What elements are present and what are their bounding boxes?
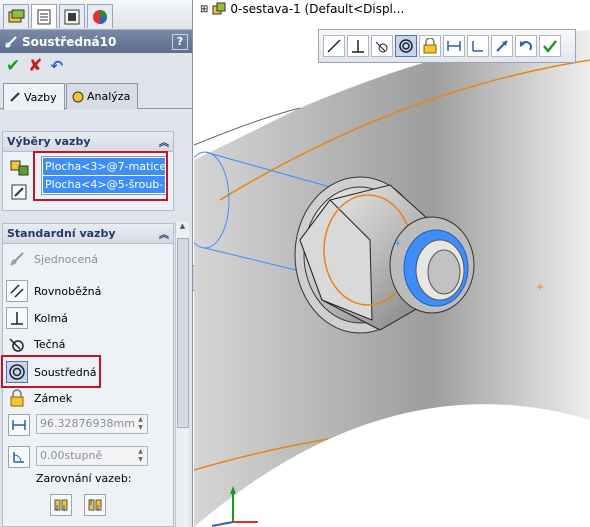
collapse-icon[interactable]: ︽ [159, 134, 169, 149]
mate-icon [10, 92, 20, 102]
scroll-up-icon[interactable]: ▲ [176, 222, 189, 236]
display-icon [93, 9, 107, 24]
undo-icon [520, 41, 532, 51]
mate-title: Soustředná10 [22, 34, 117, 49]
distance-button[interactable] [443, 35, 465, 57]
lock-button[interactable] [419, 35, 441, 57]
mate-perpendicular[interactable]: Kolmá [6, 306, 68, 330]
tab-vazby-label: Vazby [24, 90, 57, 104]
property-manager-tab[interactable] [31, 4, 57, 28]
expand-icon[interactable]: ⊞ [200, 4, 208, 15]
distance-icon[interactable] [8, 414, 30, 436]
perpendicular-button[interactable] [347, 35, 369, 57]
lock-icon [6, 387, 28, 409]
tangent-button[interactable] [371, 35, 393, 57]
concentric-icon [399, 39, 413, 53]
coincident-icon [6, 248, 28, 270]
anti-aligned-icon [88, 499, 102, 511]
coincident-icon [327, 39, 341, 53]
property-manager: Soustředná10 ? ✔ ✘ ↶ Vazby Analýza Výběr… [0, 0, 193, 527]
sub-tabs: Vazby Analýza [0, 83, 192, 110]
angle-value: 0.00stupně [40, 449, 103, 462]
angle-icon [472, 41, 483, 52]
help-button[interactable]: ? [172, 33, 188, 50]
mate-lock[interactable]: Zámek [6, 386, 72, 410]
assembly-name: 0-sestava-1 (Default<Displ... [230, 2, 405, 16]
mate-icon [5, 35, 17, 48]
alignment-label: Zarovnání vazeb: [36, 472, 132, 485]
highlight-concentric-box [1, 355, 101, 388]
tangent-icon [6, 333, 28, 355]
tab-analyza[interactable]: Analýza [66, 83, 138, 109]
mate-tangent[interactable]: Tečná [6, 332, 65, 356]
configuration-icon [64, 9, 80, 24]
concentric-button[interactable] [395, 35, 417, 57]
manager-tabs [0, 0, 192, 30]
ok-button[interactable] [539, 35, 561, 57]
aligned-button[interactable] [50, 494, 72, 516]
mate-popup-toolbar [318, 29, 576, 63]
highlight-selection-box [33, 151, 168, 201]
assembly-icon [212, 2, 226, 15]
distance-value: 96.32876938mm [40, 417, 135, 430]
angle-field[interactable]: 0.00stupně ▲ ▼ [36, 446, 148, 466]
assembly-icon [8, 9, 25, 22]
parallel-icon [6, 280, 28, 302]
action-buttons: ✔ ✘ ↶ [0, 53, 192, 79]
mate-parallel-label: Rovnoběžná [34, 284, 102, 298]
display-manager-tab[interactable] [87, 4, 113, 28]
flip-alignment-icon [496, 40, 508, 52]
property-manager-title-bar: Soustředná10 ? [0, 30, 192, 53]
anti-aligned-button[interactable] [84, 494, 106, 516]
tab-analyza-label: Analýza [87, 90, 131, 103]
undo-button[interactable] [515, 35, 537, 57]
selections-header-label: Výběry vazby [7, 135, 91, 148]
configuration-manager-tab[interactable] [59, 4, 85, 28]
selections-header[interactable]: Výběry vazby ︽ [3, 132, 173, 152]
property-icon [37, 9, 51, 24]
flip-alignment-button[interactable] [491, 35, 513, 57]
angle-spinner[interactable]: ▲ ▼ [135, 448, 146, 464]
standard-mates-header[interactable]: Standardní vazby ︽ [3, 224, 173, 244]
graphics-view[interactable]: + + [194, 0, 590, 527]
analysis-icon [72, 91, 84, 102]
scroll-thumb[interactable] [177, 238, 189, 428]
x-icon[interactable]: ✘ [28, 56, 42, 76]
mate-coincident-label: Sjednocená [34, 252, 99, 266]
check-icon[interactable]: ✔ [6, 56, 20, 76]
tangent-icon [375, 41, 388, 53]
perpendicular-icon [352, 40, 364, 53]
distance-spinner[interactable]: ▲ ▼ [135, 416, 146, 432]
svg-text:+: + [394, 239, 402, 249]
model-render: + + [194, 0, 590, 527]
distance-icon [447, 41, 461, 51]
coincident-button[interactable] [323, 35, 345, 57]
mate-coincident[interactable]: Sjednocená [6, 247, 98, 271]
aligned-icon [54, 499, 68, 511]
entities-icon [9, 158, 31, 181]
mate-perpendicular-label: Kolmá [34, 311, 68, 325]
collapse-icon[interactable]: ︽ [159, 226, 169, 241]
feature-manager-tab[interactable] [3, 4, 29, 28]
mate-lock-label: Zámek [34, 391, 73, 405]
mate-tangent-label: Tečná [34, 337, 66, 351]
standard-mates-header-label: Standardní vazby [7, 227, 116, 240]
check-icon [543, 40, 557, 54]
lock-icon [423, 38, 437, 54]
distance-field[interactable]: 96.32876938mm ▲ ▼ [36, 414, 148, 434]
mate-parallel[interactable]: Rovnoběžná [6, 279, 101, 303]
scrollbar[interactable]: ▲ [175, 222, 189, 527]
angle-icon[interactable] [8, 446, 30, 468]
pin-icon[interactable] [9, 182, 31, 205]
angle-button[interactable] [467, 35, 489, 57]
perpendicular-icon [6, 307, 28, 329]
svg-text:+: + [536, 282, 544, 293]
tab-vazby[interactable]: Vazby [3, 83, 65, 110]
feature-tree-root[interactable]: ⊞ 0-sestava-1 (Default<Displ... [200, 2, 404, 16]
undo-icon[interactable]: ↶ [51, 57, 64, 75]
